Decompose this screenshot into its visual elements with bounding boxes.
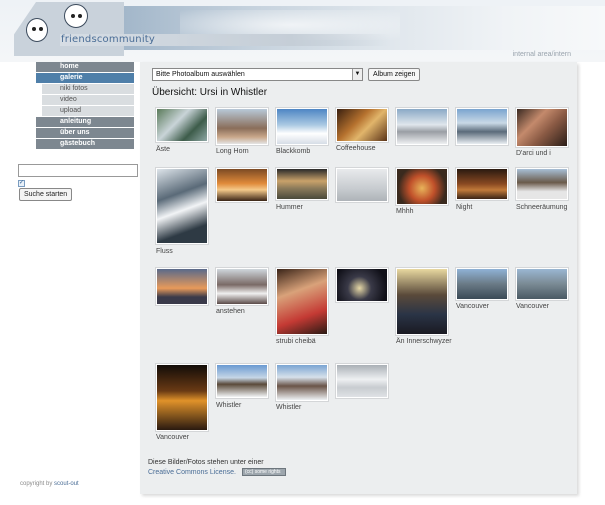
photo-thumbnail[interactable] [276, 268, 328, 335]
photo-thumbnail[interactable] [396, 268, 448, 335]
copyright-link[interactable]: scout-out [54, 481, 79, 487]
photo-cell[interactable]: Hummer [272, 164, 330, 222]
mascot-right-icon [64, 4, 88, 28]
album-select[interactable]: Bitte Photoalbum auswählen ▼ [152, 68, 363, 81]
photo-thumbnail[interactable] [516, 268, 568, 300]
logo-text[interactable]: friendscommunity [61, 34, 155, 45]
photo-cell[interactable]: Blackkomb [272, 104, 330, 162]
photo-thumbnail[interactable] [276, 168, 328, 200]
photo-cell[interactable]: Äste [152, 104, 210, 162]
photo-cell[interactable]: Whistler [272, 360, 330, 418]
photo-thumbnail[interactable] [276, 364, 328, 401]
photo-cell[interactable]: Whistler [212, 360, 270, 418]
nav-item-ueber-uns[interactable]: über uns [36, 128, 134, 138]
photo-thumbnail[interactable] [156, 364, 208, 431]
photo-thumbnail[interactable] [456, 108, 508, 145]
photo-caption: strubi cheibä [276, 338, 316, 345]
photo-caption: Night [456, 204, 473, 211]
main-content: Bitte Photoalbum auswählen ▼ Album zeige… [140, 62, 577, 494]
photo-cell[interactable] [392, 104, 450, 162]
nav-item-upload[interactable]: upload [42, 106, 134, 116]
photo-thumbnail[interactable] [456, 168, 508, 200]
photo-thumbnail[interactable] [156, 268, 208, 305]
photo-cell[interactable] [332, 360, 390, 418]
album-select-value: Bitte Photoalbum auswählen [156, 71, 245, 78]
photo-caption: Än Innerschwyzer [396, 338, 452, 345]
photo-thumbnail[interactable] [336, 168, 388, 202]
nav-item-anleitung[interactable]: anleitung [36, 117, 134, 127]
photo-cell[interactable] [152, 264, 210, 322]
photo-thumbnail[interactable] [216, 364, 268, 398]
photo-cell[interactable]: Coffeehouse [332, 104, 390, 162]
photo-caption: Mhhh [396, 208, 414, 215]
photo-caption: Long Horn [216, 148, 249, 155]
photo-thumbnail[interactable] [396, 168, 448, 205]
photo-thumbnail[interactable] [216, 108, 268, 145]
search-button[interactable]: Suche starten [19, 188, 73, 201]
photo-caption: Whistler [216, 402, 242, 409]
photo-cell[interactable]: anstehen [212, 264, 270, 322]
photo-thumbnail[interactable] [216, 168, 268, 202]
search-input[interactable] [18, 164, 138, 177]
nav-item-galerie[interactable]: galerie [36, 73, 134, 83]
photo-cell[interactable]: D'arci und i [512, 104, 570, 162]
photo-caption: Whistler [276, 404, 302, 411]
photo-cell[interactable]: Än Innerschwyzer [392, 264, 452, 360]
photo-thumbnail[interactable] [336, 108, 388, 142]
header: friendscommunity internal area/intern [0, 0, 605, 62]
photo-thumbnail[interactable] [516, 168, 568, 200]
photo-thumbnail[interactable] [156, 168, 208, 244]
copyright: copyright by scout-out [20, 481, 79, 487]
main-navigation: home galerie niki fotos video upload anl… [36, 62, 134, 150]
mascot-left-icon [26, 18, 48, 42]
photo-caption: Schneeräumung [516, 204, 568, 211]
creative-commons-link[interactable]: Creative Commons License. [148, 469, 236, 476]
photo-cell[interactable]: Vancouver [512, 264, 570, 322]
photo-cell[interactable] [332, 164, 390, 222]
photo-thumbnail[interactable] [336, 268, 388, 302]
photo-thumbnail[interactable] [396, 108, 448, 145]
nav-item-home[interactable]: home [36, 62, 134, 72]
photo-thumbnail[interactable] [276, 108, 328, 145]
creative-commons-badge-icon[interactable]: (cc) some rights [242, 468, 286, 476]
page-title: Übersicht: Ursi in Whistler [152, 87, 268, 98]
internal-area-link[interactable]: internal area/intern [513, 51, 571, 58]
photo-caption: Fluss [156, 248, 173, 255]
photo-caption: Blackkomb [276, 148, 311, 155]
search-option-checkbox[interactable]: ✓ [18, 180, 25, 187]
photo-caption: Vancouver [456, 303, 489, 310]
photo-cell[interactable]: Mhhh [392, 164, 450, 222]
license-text: Diese Bilder/Fotos stehen unter einer [148, 459, 264, 466]
chevron-down-icon[interactable]: ▼ [352, 69, 362, 80]
photo-thumbnail[interactable] [216, 268, 268, 305]
nav-item-niki-fotos[interactable]: niki fotos [42, 84, 134, 94]
photo-caption: Äste [156, 146, 171, 153]
photo-cell[interactable] [452, 104, 510, 162]
nav-item-video[interactable]: video [42, 95, 134, 105]
nav-item-gaestebuch[interactable]: gästebuch [36, 139, 134, 149]
show-album-button[interactable]: Album zeigen [368, 68, 421, 81]
photo-caption: Vancouver [156, 434, 189, 441]
photo-thumbnail[interactable] [156, 108, 208, 142]
photo-cell[interactable]: Night [452, 164, 510, 222]
photo-thumbnail[interactable] [456, 268, 508, 300]
copyright-prefix: copyright by [20, 481, 53, 487]
photo-caption: Coffeehouse [336, 145, 376, 152]
photo-cell[interactable]: Schneeräumung [512, 164, 570, 222]
photo-thumbnail[interactable] [336, 364, 388, 398]
photo-cell[interactable]: Long Horn [212, 104, 270, 162]
photo-cell[interactable]: Fluss [152, 164, 210, 260]
photo-cell[interactable]: Vancouver [452, 264, 510, 322]
photo-caption: anstehen [216, 308, 245, 315]
photo-cell[interactable]: strubi cheibä [272, 264, 330, 345]
photo-cell[interactable] [332, 264, 390, 322]
photo-cell[interactable]: Vancouver [152, 360, 210, 444]
photo-caption: D'arci und i [516, 150, 551, 157]
photo-thumbnail[interactable] [516, 108, 568, 147]
photo-caption: Vancouver [516, 303, 549, 310]
photo-caption: Hummer [276, 204, 303, 211]
photo-cell[interactable] [212, 164, 270, 222]
